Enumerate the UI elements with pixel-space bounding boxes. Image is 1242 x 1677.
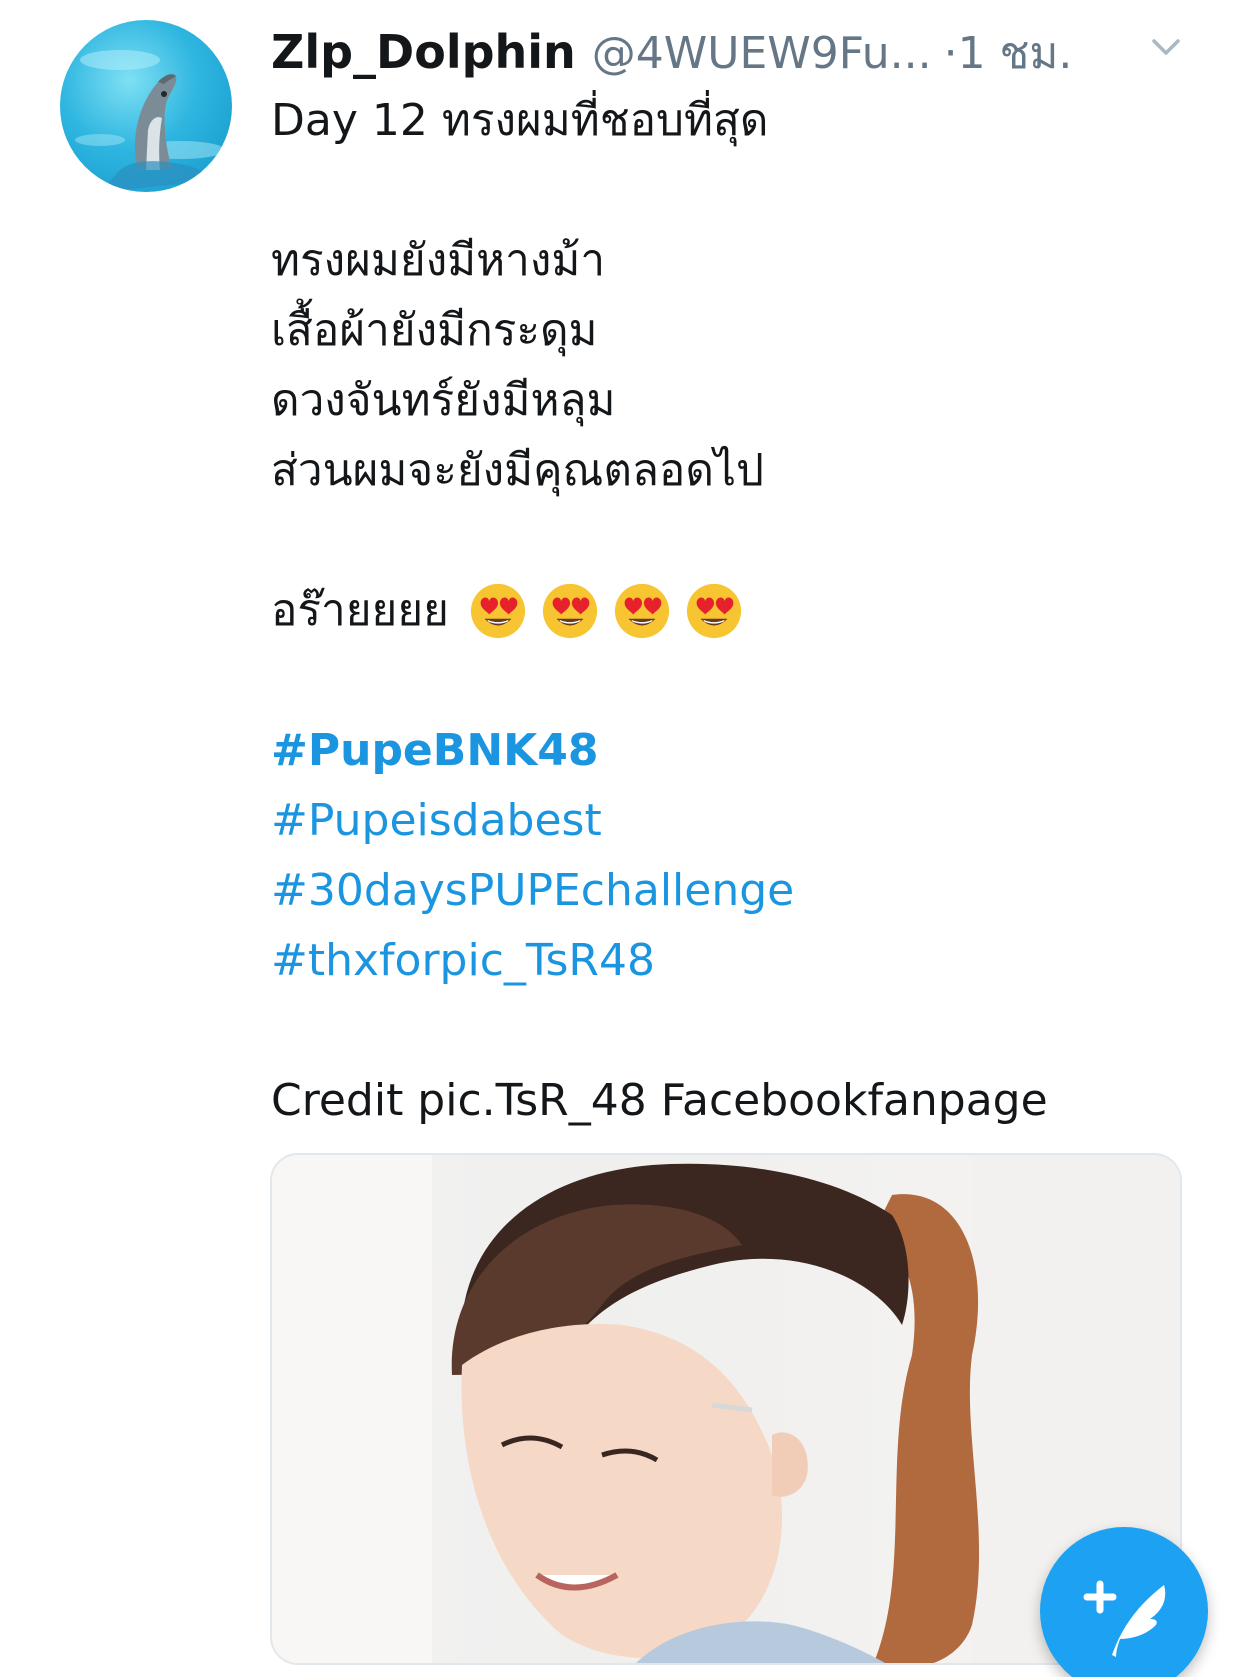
tweet-text-line: Day 12 ทรงผมที่ชอบที่สุด bbox=[271, 95, 769, 146]
chevron-down-icon[interactable] bbox=[1149, 30, 1183, 64]
user-handle[interactable]: @4WUEW9Fu... bbox=[592, 28, 932, 79]
tweet-header: Zlp_Dolphin @4WUEW9Fu... · 1 ชม. bbox=[271, 18, 1201, 79]
tweet-screen: Zlp_Dolphin @4WUEW9Fu... · 1 ชม. Day 12 … bbox=[0, 0, 1242, 1677]
tweet-text-line: เสื้อผ้ายังมีกระดุม bbox=[271, 305, 598, 356]
heart-eyes-emoji-icon bbox=[686, 583, 741, 639]
profile-avatar[interactable] bbox=[60, 20, 232, 192]
heart-eyes-emoji-icon bbox=[542, 583, 597, 639]
compose-tweet-button[interactable] bbox=[1040, 1527, 1208, 1677]
tweet-text-line: ดวงจันทร์ยังมีหลุม bbox=[271, 375, 616, 426]
separator-dot: · bbox=[943, 28, 958, 79]
tweet-credit: Credit pic.TsR_48 Facebookfanpage bbox=[271, 1075, 1048, 1126]
compose-tweet-icon bbox=[1083, 1580, 1166, 1657]
tweet[interactable]: Zlp_Dolphin @4WUEW9Fu... · 1 ชม. Day 12 … bbox=[271, 18, 1201, 1136]
hashtag-link[interactable]: #30daysPUPEchallenge bbox=[271, 856, 1201, 926]
tweet-text-line: อร๊ายยยย bbox=[271, 585, 449, 636]
hashtag-link[interactable]: #Pupeisdabest bbox=[271, 786, 1201, 856]
hashtag-link[interactable]: #thxforpic_TsR48 bbox=[271, 926, 1201, 996]
dolphin-avatar-image bbox=[75, 50, 225, 192]
heart-eyes-emoji-icon bbox=[470, 583, 525, 639]
timestamp[interactable]: 1 ชม. bbox=[958, 18, 1073, 88]
tweet-text-line: ทรงผมยังมีหางม้า bbox=[271, 235, 606, 286]
tweet-text-line: ส่วนผมจะยังมีคุณตลอดไป bbox=[271, 445, 764, 496]
heart-eyes-emoji-icon bbox=[614, 583, 669, 639]
display-name[interactable]: Zlp_Dolphin bbox=[271, 25, 576, 79]
tweet-emoji-line: อร๊ายยยย bbox=[271, 576, 1201, 646]
hashtag-link[interactable]: #PupeBNK48 bbox=[271, 716, 1201, 786]
